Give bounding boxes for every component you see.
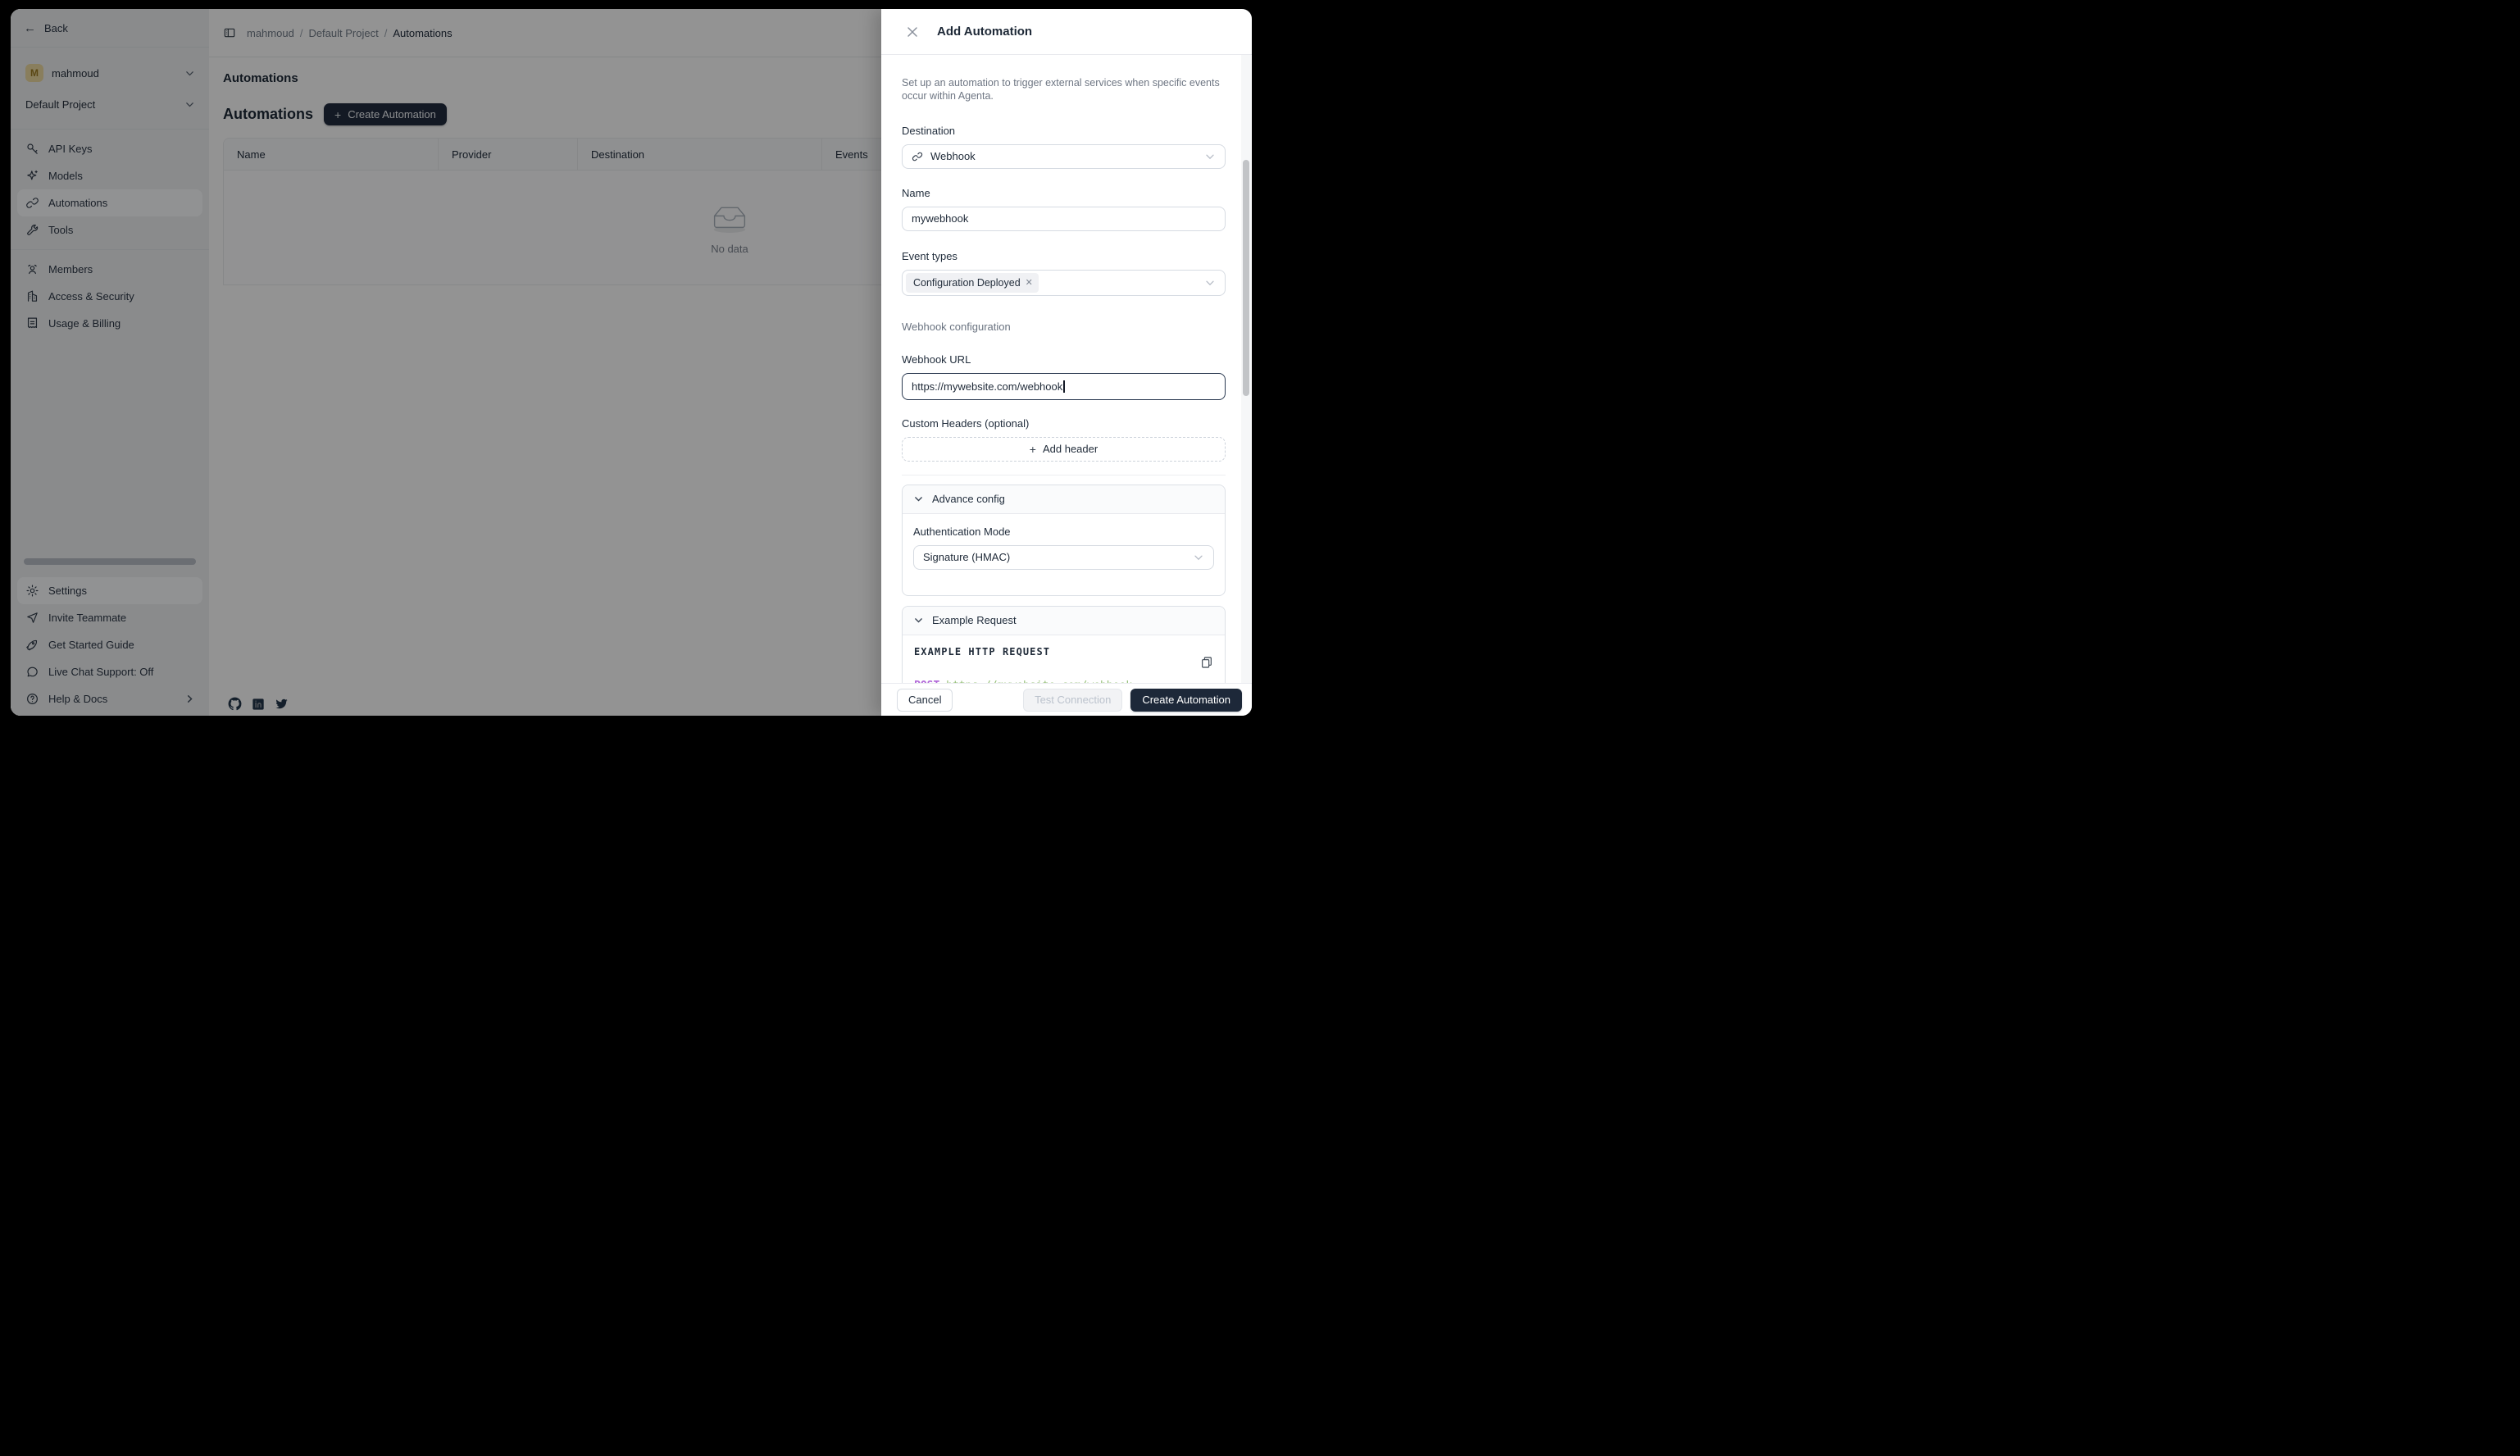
chevron-down-icon: [1205, 278, 1215, 288]
example-request-card: Example Request EXAMPLE HTTP REQUEST POS…: [902, 606, 1226, 684]
name-input-field[interactable]: [912, 212, 1216, 225]
drawer-footer: Cancel Test Connection Create Automation: [881, 683, 1252, 716]
chevron-down-icon: [1205, 152, 1215, 162]
cancel-button[interactable]: Cancel: [897, 689, 953, 712]
authentication-mode-value: Signature (HMAC): [923, 551, 1010, 563]
drawer-description: Set up an automation to trigger external…: [902, 77, 1226, 103]
close-icon[interactable]: [906, 25, 919, 39]
drawer-body: Set up an automation to trigger external…: [881, 55, 1252, 683]
example-request-title: Example Request: [932, 614, 1017, 626]
chevron-down-icon: [914, 494, 923, 503]
webhook-url-label: Webhook URL: [902, 353, 1226, 366]
example-code-heading: EXAMPLE HTTP REQUEST: [914, 646, 1213, 657]
chevron-down-icon: [1194, 553, 1203, 562]
event-types-label: Event types: [902, 250, 1226, 262]
destination-label: Destination: [902, 125, 1226, 137]
drawer-title: Add Automation: [937, 25, 1032, 39]
webhook-url-value: https://mywebsite.com/webhook: [912, 380, 1062, 393]
text-caret: [1063, 380, 1065, 393]
webhook-url-input[interactable]: https://mywebsite.com/webhook: [902, 373, 1226, 400]
drawer-scrollbar-track[interactable]: [1241, 55, 1251, 683]
name-input[interactable]: [902, 207, 1226, 231]
custom-headers-label: Custom Headers (optional): [902, 417, 1226, 430]
destination-value: Webhook: [930, 150, 976, 162]
example-request-header[interactable]: Example Request: [903, 607, 1225, 635]
app-window: ← Back M mahmoud Default Project API Key…: [11, 9, 1252, 716]
event-types-select[interactable]: Configuration Deployed ✕: [902, 270, 1226, 296]
advance-config-card: Advance config Authentication Mode Signa…: [902, 485, 1226, 596]
destination-select[interactable]: Webhook: [902, 144, 1226, 169]
authentication-mode-label: Authentication Mode: [913, 526, 1214, 538]
chevron-down-icon: [914, 616, 923, 625]
webhook-configuration-heading: Webhook configuration: [902, 321, 1226, 333]
add-automation-drawer: Add Automation Set up an automation to t…: [881, 9, 1252, 716]
name-label: Name: [902, 187, 1226, 199]
advance-config-header[interactable]: Advance config: [903, 485, 1225, 514]
tag-remove-icon[interactable]: ✕: [1026, 277, 1033, 288]
test-connection-button[interactable]: Test Connection: [1023, 689, 1122, 712]
plus-icon: +: [1030, 443, 1036, 456]
authentication-mode-select[interactable]: Signature (HMAC): [913, 545, 1214, 570]
drawer-header: Add Automation: [881, 9, 1252, 55]
copy-icon[interactable]: [1200, 656, 1213, 669]
create-automation-submit-button[interactable]: Create Automation: [1130, 689, 1242, 712]
advance-config-title: Advance config: [932, 493, 1005, 505]
event-type-tag: Configuration Deployed ✕: [906, 273, 1039, 293]
drawer-scrollbar-thumb[interactable]: [1243, 160, 1249, 396]
link-icon: [912, 151, 923, 162]
add-header-button[interactable]: + Add header: [902, 437, 1226, 462]
